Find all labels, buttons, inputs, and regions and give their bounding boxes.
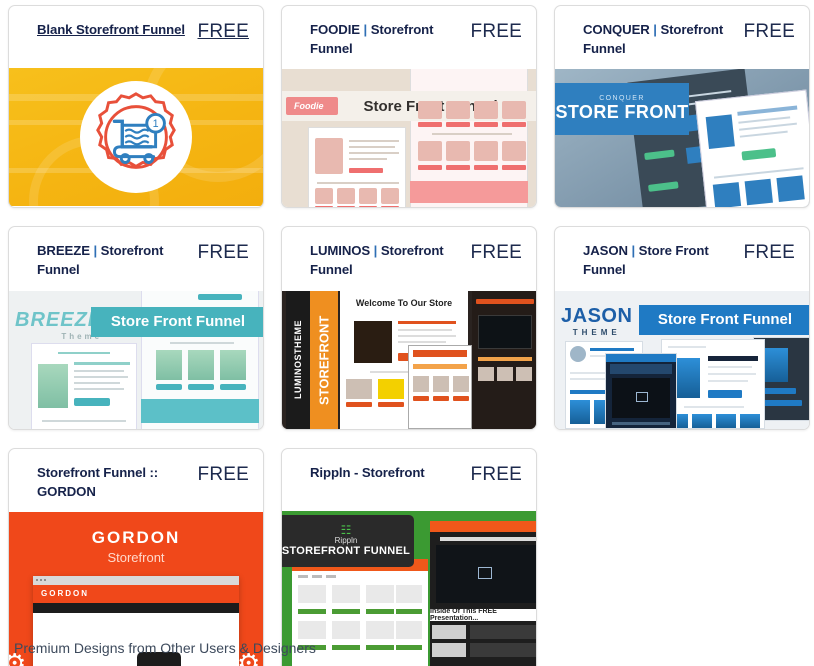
card-title[interactable]: Rippln - Storefront [310,463,425,482]
card-title[interactable]: JASON | Store Front Funnel [583,241,735,279]
brand-title: GORDON [91,527,181,547]
card-header: CONQUER | Storefront Funnel FREE [555,6,809,69]
preview-site-nav [33,602,239,613]
card-header: JASON | Store Front Funnel FREE [555,227,809,290]
template-card-breeze[interactable]: BREEZE | Storefront Funnel FREE BREEZE T… [8,226,264,430]
card-thumbnail-foodie[interactable]: Foodie Store Front Funnel [282,69,536,208]
card-thumbnail-rippln[interactable]: Inside Of This FREE Presentation... ☷ Ri… [282,510,536,666]
card-header: Blank Storefront Funnel FREE [9,6,263,68]
brand-sub: Theme [61,331,103,341]
brand-sub: THEME [572,327,621,337]
preview-site-header [430,520,536,532]
card-title[interactable]: Blank Storefront Funnel [37,20,185,39]
preview-video-page [605,352,677,429]
brand-side-title: STOREFRONT [310,290,338,429]
card-title[interactable]: BREEZE | Storefront Funnel [37,241,189,279]
brand-logo-jason: JASON THEME [561,305,632,337]
preview-section-caption: Inside Of This FREE Presentation... [430,608,536,622]
brand-badge-conquer: CONQUER STORE FRONT [555,83,689,136]
card-price-badge[interactable]: FREE [198,463,249,486]
card-price-badge[interactable]: FREE [198,20,249,43]
preview-banner: Store Front Funnel [91,306,263,337]
footer-label: Premium Designs from Other Users & Desig… [14,640,316,656]
card-thumbnail-blank-storefront[interactable]: 1 [9,68,263,206]
svg-text:1: 1 [153,118,159,130]
preview-page-overlay [408,344,472,429]
brand-side-label: LUMINOSTHEME [286,290,310,429]
brand-name: Rippln [334,536,358,546]
card-header: LUMINOS | Storefront Funnel FREE [282,227,536,290]
card-header: Storefront Funnel :: GORDON FREE [9,449,263,512]
preview-banner: Store Front Funnel [639,304,809,335]
template-card-conquer[interactable]: CONQUER | Storefront Funnel FREE CONQUER… [554,5,810,209]
preview-page-right [472,290,536,429]
preview-site-header: GORDON [33,584,239,603]
template-card-jason[interactable]: JASON | Store Front Funnel FREE JASON TH… [554,226,810,430]
preview-video-area [436,544,536,603]
brand-ribbon: Foodie [286,97,338,116]
card-header: Rippln - Storefront FREE [282,449,536,511]
template-card-blank-storefront[interactable]: Blank Storefront Funnel FREE 1 [8,5,264,209]
card-header: BREEZE | Storefront Funnel FREE [9,227,263,290]
card-title[interactable]: Storefront Funnel :: GORDON [37,463,189,501]
brand-sub: Storefront [107,549,165,565]
card-thumbnail-conquer[interactable]: CONQUER STORE FRONT [555,69,809,208]
template-card-rippln[interactable]: Rippln - Storefront FREE Inside Of This … [281,447,537,666]
rippln-logo-icon: ☷ [340,523,352,538]
preview-page-left [31,342,137,429]
template-card-foodie[interactable]: FOODIE | Storefront Funnel FREE Foodie S… [281,5,537,209]
card-price-badge[interactable]: FREE [744,241,795,264]
template-grid: Blank Storefront Funnel FREE 1 FOODIE | … [0,0,814,666]
preview-page-light [694,89,809,208]
template-card-luminos[interactable]: LUMINOS | Storefront Funnel FREE LUMINOS… [281,226,537,430]
brand-title: STOREFRONT FUNNEL [282,545,411,558]
template-card-gordon[interactable]: Storefront Funnel :: GORDON FREE GORDON … [8,447,264,666]
card-thumbnail-luminos[interactable]: LUMINOSTHEME STOREFRONT Welcome To Our S… [282,290,536,429]
card-price-badge[interactable]: FREE [471,241,522,264]
badge-disc: 1 [80,81,192,193]
card-price-badge[interactable]: FREE [471,463,522,486]
brand-badge-rippln: ☷ Rippln STOREFRONT FUNNEL [282,514,414,567]
preview-optin-strip [410,181,528,204]
brand-logo-breeze: BREEZE Theme [15,309,102,341]
brand-sub: CONQUER [599,95,645,103]
card-header: FOODIE | Storefront Funnel FREE [282,6,536,69]
shopping-cart-gear-icon: 1 [96,92,176,169]
preview-optin-strip [141,398,259,423]
card-price-badge[interactable]: FREE [744,20,795,43]
card-title[interactable]: LUMINOS | Storefront Funnel [310,241,462,279]
card-price-badge[interactable]: FREE [471,20,522,43]
card-title[interactable]: CONQUER | Storefront Funnel [583,20,735,58]
brand-name: BREEZE [15,308,103,331]
card-thumbnail-jason[interactable]: JASON THEME Store Front Funnel [555,290,809,429]
brand-name: JASON [561,304,633,327]
browser-titlebar [33,575,239,585]
preview-headline: Welcome To Our Store [340,290,468,315]
brand-title: STORE FRONT [555,102,689,123]
card-price-badge[interactable]: FREE [198,241,249,264]
card-title[interactable]: FOODIE | Storefront Funnel [310,20,462,58]
card-thumbnail-breeze[interactable]: BREEZE Theme Store Front Funnel [9,290,263,429]
preview-image [315,138,343,175]
template-gallery-page: Blank Storefront Funnel FREE 1 FOODIE | … [0,0,814,666]
preview-page-left [308,127,406,208]
